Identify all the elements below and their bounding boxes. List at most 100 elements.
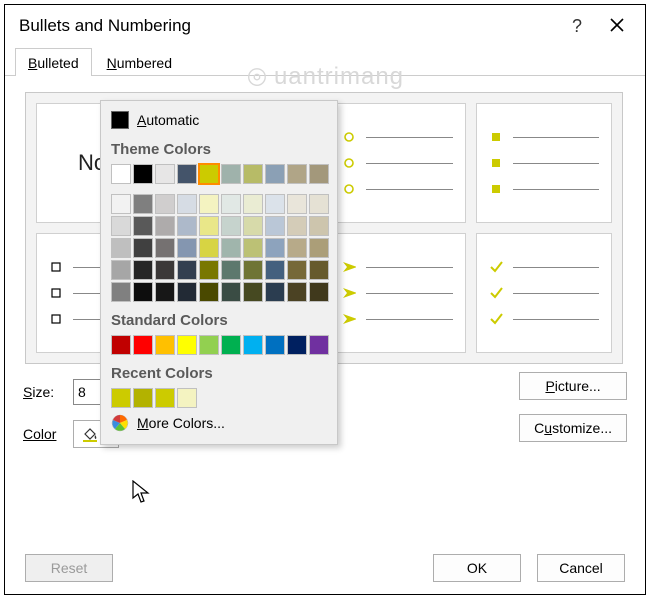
color-swatch[interactable]	[309, 164, 329, 184]
color-swatch[interactable]	[199, 260, 219, 280]
color-swatch[interactable]	[133, 335, 153, 355]
color-swatch[interactable]	[111, 260, 131, 280]
color-swatch[interactable]	[177, 194, 197, 214]
color-swatch[interactable]	[221, 238, 241, 258]
color-swatch[interactable]	[155, 238, 175, 258]
size-label: Size:	[23, 384, 67, 400]
standard-colors-label: Standard Colors	[109, 304, 329, 333]
ok-button[interactable]: OK	[433, 554, 521, 582]
color-swatch[interactable]	[221, 335, 241, 355]
color-wheel-icon	[111, 414, 129, 432]
color-swatch[interactable]	[155, 282, 175, 302]
more-colors-option[interactable]: More Colors...	[109, 410, 329, 436]
color-swatch[interactable]	[111, 164, 131, 184]
color-swatch[interactable]	[177, 164, 197, 184]
color-swatch[interactable]	[243, 164, 263, 184]
color-swatch[interactable]	[111, 194, 131, 214]
theme-color-row	[109, 162, 329, 186]
color-label: Color	[23, 426, 67, 442]
color-swatch[interactable]	[221, 194, 241, 214]
standard-colors-row	[109, 333, 329, 357]
color-swatch[interactable]	[199, 282, 219, 302]
color-swatch[interactable]	[133, 282, 153, 302]
preview-check[interactable]	[476, 233, 613, 353]
color-swatch[interactable]	[199, 216, 219, 236]
color-swatch[interactable]	[199, 164, 219, 184]
color-swatch[interactable]	[177, 388, 197, 408]
color-swatch[interactable]	[177, 238, 197, 258]
color-swatch[interactable]	[309, 335, 329, 355]
color-swatch[interactable]	[243, 335, 263, 355]
color-swatch[interactable]	[221, 282, 241, 302]
color-swatch[interactable]	[287, 164, 307, 184]
color-swatch[interactable]	[155, 164, 175, 184]
color-swatch[interactable]	[287, 238, 307, 258]
color-swatch[interactable]	[265, 194, 285, 214]
color-swatch[interactable]	[287, 194, 307, 214]
color-swatch[interactable]	[309, 216, 329, 236]
color-swatch[interactable]	[133, 194, 153, 214]
color-swatch[interactable]	[133, 216, 153, 236]
color-swatch[interactable]	[111, 335, 131, 355]
color-picker-popup[interactable]: Automatic Theme Colors Standard Colors R…	[100, 100, 338, 445]
color-swatch[interactable]	[199, 238, 219, 258]
color-swatch[interactable]	[133, 164, 153, 184]
close-button[interactable]	[597, 18, 637, 35]
theme-colors-label: Theme Colors	[109, 133, 329, 162]
tab-numbered[interactable]: Numbered	[94, 48, 185, 76]
color-swatch[interactable]	[243, 260, 263, 280]
color-swatch[interactable]	[177, 260, 197, 280]
color-swatch[interactable]	[287, 216, 307, 236]
color-swatch[interactable]	[111, 216, 131, 236]
color-swatch[interactable]	[265, 238, 285, 258]
color-swatch[interactable]	[133, 238, 153, 258]
color-swatch[interactable]	[309, 282, 329, 302]
color-swatch[interactable]	[177, 282, 197, 302]
color-swatch[interactable]	[133, 260, 153, 280]
color-swatch[interactable]	[265, 282, 285, 302]
color-swatch[interactable]	[265, 335, 285, 355]
color-swatch[interactable]	[155, 388, 175, 408]
color-swatch[interactable]	[243, 216, 263, 236]
color-swatch[interactable]	[309, 238, 329, 258]
cancel-button[interactable]: Cancel	[537, 554, 625, 582]
color-swatch[interactable]	[111, 282, 131, 302]
preview-square[interactable]	[476, 103, 613, 223]
color-swatch[interactable]	[221, 164, 241, 184]
color-swatch[interactable]	[133, 388, 153, 408]
color-swatch[interactable]	[111, 388, 131, 408]
help-button[interactable]: ?	[557, 16, 597, 37]
color-swatch[interactable]	[221, 260, 241, 280]
color-swatch[interactable]	[265, 260, 285, 280]
picture-button[interactable]: Picture...	[519, 372, 627, 400]
color-swatch[interactable]	[199, 194, 219, 214]
color-swatch[interactable]	[155, 260, 175, 280]
color-swatch[interactable]	[309, 260, 329, 280]
customize-button[interactable]: Customize...	[519, 414, 627, 442]
color-swatch[interactable]	[287, 282, 307, 302]
preview-circle[interactable]	[329, 103, 466, 223]
color-swatch[interactable]	[155, 216, 175, 236]
paint-bucket-icon	[81, 425, 99, 443]
color-swatch[interactable]	[243, 194, 263, 214]
color-swatch[interactable]	[309, 194, 329, 214]
color-swatch[interactable]	[177, 335, 197, 355]
color-swatch[interactable]	[243, 282, 263, 302]
color-swatch[interactable]	[221, 216, 241, 236]
color-swatch[interactable]	[155, 194, 175, 214]
preview-arrow[interactable]	[329, 233, 466, 353]
color-swatch[interactable]	[199, 335, 219, 355]
color-swatch[interactable]	[265, 216, 285, 236]
color-swatch[interactable]	[287, 260, 307, 280]
color-swatch[interactable]	[265, 164, 285, 184]
dialog-title: Bullets and Numbering	[19, 16, 557, 36]
color-swatch[interactable]	[155, 335, 175, 355]
tab-bulleted[interactable]: Bulleted	[15, 48, 92, 76]
color-swatch[interactable]	[111, 238, 131, 258]
recent-colors-row	[109, 386, 329, 410]
reset-button[interactable]: Reset	[25, 554, 113, 582]
color-swatch[interactable]	[177, 216, 197, 236]
automatic-option[interactable]: Automatic	[109, 107, 329, 133]
color-swatch[interactable]	[287, 335, 307, 355]
color-swatch[interactable]	[243, 238, 263, 258]
